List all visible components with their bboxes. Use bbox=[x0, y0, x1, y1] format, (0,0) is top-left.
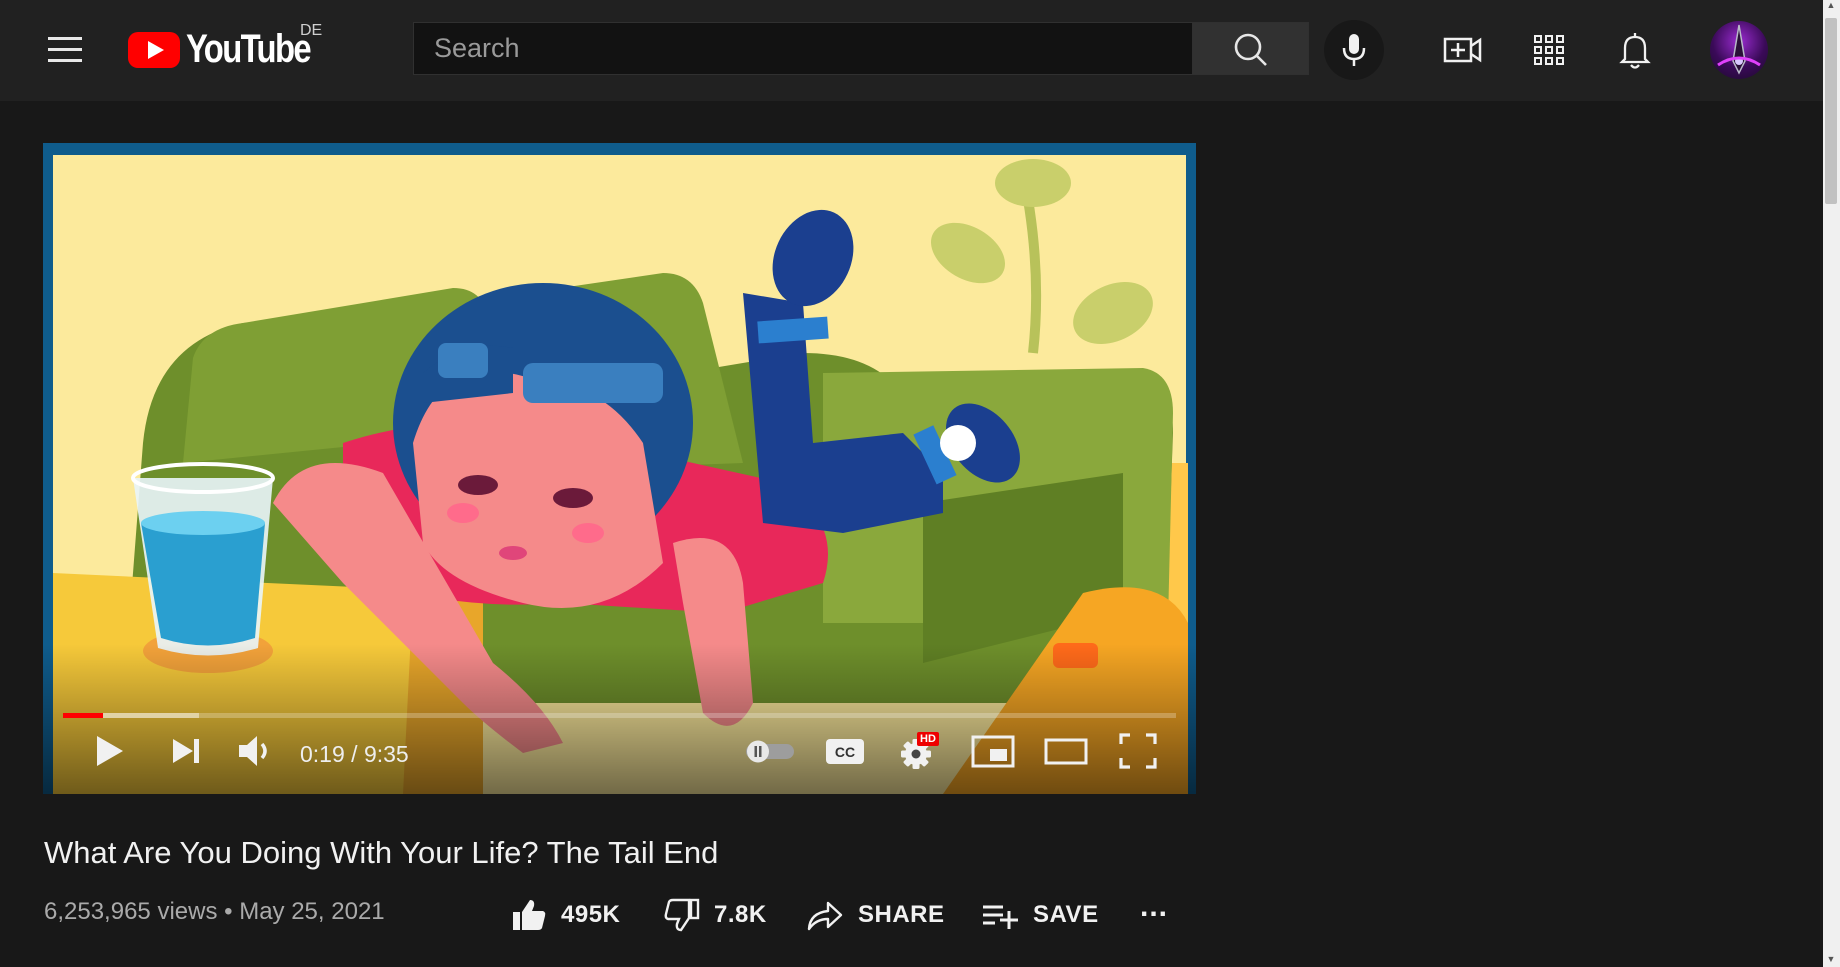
video-player[interactable]: 0:19 / 9:35 CC HD bbox=[43, 143, 1196, 794]
dislike-button[interactable]: 7.8K bbox=[664, 893, 767, 937]
fullscreen-button[interactable] bbox=[1113, 726, 1163, 776]
search-button[interactable] bbox=[1192, 22, 1309, 75]
avatar-image-icon bbox=[1717, 24, 1761, 75]
create-video-icon bbox=[1443, 37, 1482, 63]
next-icon bbox=[173, 739, 199, 763]
duration: 9:35 bbox=[363, 741, 409, 767]
menu-icon[interactable] bbox=[48, 35, 82, 65]
meta-separator: • bbox=[224, 898, 233, 925]
captions-icon: CC bbox=[826, 739, 864, 764]
controls-gradient bbox=[43, 644, 1196, 794]
settings-button[interactable]: HD bbox=[892, 726, 948, 776]
captions-button[interactable]: CC bbox=[820, 726, 870, 776]
video-meta: 6,253,965 views • May 25, 2021 bbox=[44, 898, 385, 926]
time-display: 0:19 / 9:35 bbox=[300, 741, 409, 768]
miniplayer-button[interactable] bbox=[968, 726, 1018, 776]
scroll-up-icon[interactable]: ▲ bbox=[1826, 0, 1836, 10]
save-button[interactable]: SAVE bbox=[981, 893, 1099, 937]
share-label: SHARE bbox=[858, 901, 945, 928]
theater-mode-button[interactable] bbox=[1041, 726, 1091, 776]
bell-icon bbox=[1619, 33, 1651, 69]
svg-text:CC: CC bbox=[835, 744, 855, 760]
autoplay-toggle[interactable] bbox=[740, 726, 800, 776]
apps-button[interactable] bbox=[1527, 28, 1571, 72]
masthead: YouTube DE bbox=[0, 0, 1823, 101]
scroll-down-icon[interactable]: ▼ bbox=[1826, 954, 1836, 964]
fullscreen-icon bbox=[1119, 733, 1157, 769]
notifications-button[interactable] bbox=[1613, 28, 1657, 72]
upload-date: May 25, 2021 bbox=[239, 898, 385, 925]
play-button[interactable] bbox=[83, 726, 133, 776]
like-count: 495K bbox=[561, 901, 621, 928]
theater-icon bbox=[1044, 738, 1088, 765]
voice-search-button[interactable] bbox=[1324, 20, 1384, 80]
region-code: DE bbox=[300, 22, 323, 39]
search-icon bbox=[1234, 33, 1267, 66]
hd-badge: HD bbox=[917, 732, 939, 746]
more-actions-icon: ... bbox=[1140, 890, 1169, 923]
apps-icon bbox=[1534, 35, 1564, 65]
play-icon bbox=[97, 736, 123, 766]
volume-button[interactable] bbox=[231, 726, 281, 776]
scrollbar-thumb[interactable] bbox=[1825, 18, 1837, 204]
add-to-playlist-icon bbox=[983, 905, 1018, 929]
share-button[interactable]: SHARE bbox=[806, 893, 945, 937]
share-icon bbox=[807, 901, 843, 931]
next-button[interactable] bbox=[161, 726, 211, 776]
like-button[interactable]: 495K bbox=[511, 893, 620, 937]
progress-bar[interactable] bbox=[63, 713, 1176, 718]
avatar[interactable] bbox=[1710, 21, 1768, 79]
current-time: 0:19 bbox=[300, 741, 345, 767]
autoplay-toggle-icon bbox=[746, 740, 794, 763]
thumbs-down-icon bbox=[664, 898, 700, 932]
dislike-count: 7.8K bbox=[714, 901, 767, 928]
logo-text: YouTube bbox=[186, 27, 312, 71]
view-count: 6,253,965 views bbox=[44, 898, 218, 925]
miniplayer-icon bbox=[971, 735, 1015, 768]
more-actions-button[interactable]: ... bbox=[1140, 890, 1169, 937]
search-input[interactable] bbox=[413, 22, 1192, 75]
time-separator: / bbox=[351, 741, 358, 767]
mic-icon bbox=[1342, 34, 1366, 66]
video-title: What Are You Doing With Your Life? The T… bbox=[44, 835, 719, 870]
volume-icon bbox=[239, 736, 267, 766]
youtube-play-logo-icon bbox=[128, 32, 180, 68]
thumbs-up-icon bbox=[513, 900, 546, 930]
save-label: SAVE bbox=[1033, 901, 1099, 928]
create-video-button[interactable] bbox=[1441, 28, 1485, 72]
progress-played bbox=[63, 713, 104, 718]
